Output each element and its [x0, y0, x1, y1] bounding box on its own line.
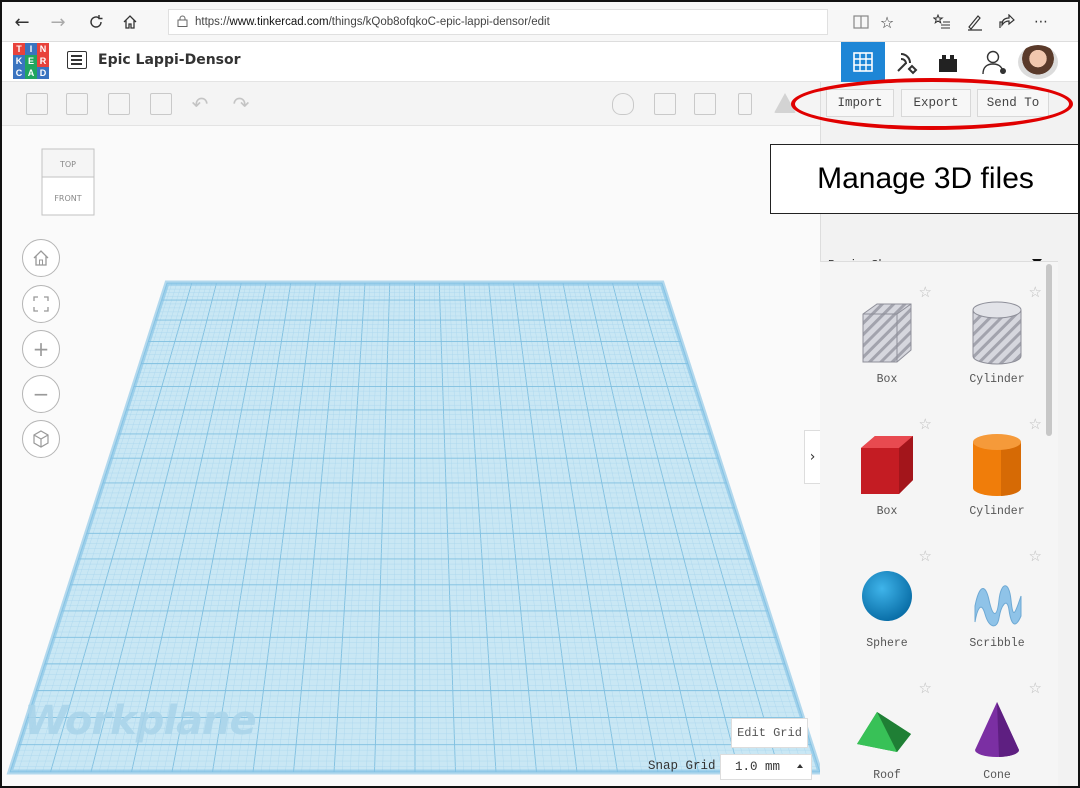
undo-icon[interactable]: ↶: [189, 93, 211, 115]
forward-arrow-icon[interactable]: →: [46, 10, 70, 34]
scribble-shape-icon: [957, 556, 1037, 636]
shape-item-box[interactable]: ☆ Box: [832, 270, 942, 400]
3d-viewport[interactable]: [2, 126, 820, 788]
edit-grid-button[interactable]: Edit Grid: [731, 718, 808, 748]
favorite-star-icon[interactable]: ☆: [876, 11, 898, 33]
logo-letter: K: [13, 55, 25, 67]
home-view-icon[interactable]: [22, 239, 60, 277]
tinkercad-logo[interactable]: TINKERCAD: [13, 43, 49, 79]
lock-icon: [177, 15, 195, 30]
lightbulb-icon[interactable]: [612, 93, 634, 115]
back-arrow-icon[interactable]: ←: [10, 10, 34, 34]
favorites-list-icon[interactable]: [931, 11, 953, 33]
bricks-view-icon[interactable]: [928, 42, 968, 82]
shape-item-scribble[interactable]: ☆ Scribble: [942, 534, 1052, 664]
shape-label: Cylinder: [969, 505, 1025, 518]
blocks-view-icon[interactable]: [888, 42, 928, 82]
home-icon[interactable]: [118, 10, 142, 34]
3d-design-view-icon[interactable]: [841, 42, 885, 82]
hole-cylinder-shape-icon: [957, 292, 1037, 372]
paste-icon[interactable]: [66, 93, 88, 115]
url-text: https://www.tinkercad.com/things/kQob8of…: [195, 16, 550, 28]
screenshot-frame: ← → https://www.tinkercad.com/things/kQo…: [0, 0, 1080, 788]
more-menu-icon[interactable]: ⋯: [1030, 11, 1052, 33]
document-title[interactable]: Epic Lappi-Densor: [98, 52, 241, 68]
sphere-shape-icon: [847, 556, 927, 636]
user-icon[interactable]: [974, 42, 1014, 82]
share-icon[interactable]: [996, 11, 1018, 33]
logo-letter: A: [25, 67, 37, 79]
redo-icon[interactable]: ↷: [230, 93, 252, 115]
annotation-callout: Manage 3D files: [770, 144, 1078, 214]
perspective-icon[interactable]: [22, 420, 60, 458]
shape-item-sphere[interactable]: ☆ Sphere: [832, 534, 942, 664]
reading-view-icon[interactable]: [850, 11, 872, 33]
collapse-panel-chevron-icon[interactable]: ›: [804, 430, 820, 484]
workplane-grid[interactable]: [2, 126, 820, 788]
delete-icon[interactable]: [150, 93, 172, 115]
fit-view-icon[interactable]: [22, 285, 60, 323]
shape-library-scrollbar[interactable]: [1046, 264, 1052, 436]
snap-grid-label: Snap Grid: [648, 759, 716, 773]
shape-label: Sphere: [866, 637, 908, 650]
shape-library: ☆ Box ☆ Cylinder ☆ Box ☆ Cylinder ☆ Sphere ☆ Scribb…: [820, 261, 1058, 786]
duplicate-icon[interactable]: [108, 93, 130, 115]
snap-grid-select[interactable]: 1.0 mm: [720, 754, 812, 780]
logo-letter: R: [37, 55, 49, 67]
logo-letter: C: [13, 67, 25, 79]
shape-item-cylinder[interactable]: ☆ Cylinder: [942, 402, 1052, 532]
copy-icon[interactable]: [26, 93, 48, 115]
viewcube-front-label: FRONT: [54, 194, 81, 203]
view-cube[interactable]: TOP FRONT: [40, 147, 96, 217]
cone-shape-icon: [957, 688, 1037, 768]
roof-shape-icon: [847, 688, 927, 768]
logo-letter: I: [25, 43, 37, 55]
browser-toolbar: ← → https://www.tinkercad.com/things/kQo…: [2, 2, 1078, 42]
box-shape-icon: [847, 424, 927, 504]
shape-item-cone[interactable]: ☆ Cone: [942, 666, 1052, 786]
edit-toolbar: ↶ ↷: [2, 82, 820, 126]
workplane-label: Workplane: [24, 698, 257, 744]
align-icon[interactable]: [738, 93, 752, 115]
shape-label: Cone: [983, 769, 1011, 782]
logo-letter: E: [25, 55, 37, 67]
address-bar[interactable]: https://www.tinkercad.com/things/kQob8of…: [168, 9, 828, 35]
hole-box-shape-icon: [847, 292, 927, 372]
snap-up-arrow-icon: [797, 764, 803, 768]
design-menu-icon[interactable]: [67, 51, 87, 69]
group-icon[interactable]: [654, 93, 676, 115]
shape-label: Cylinder: [969, 373, 1025, 386]
viewcube-top-label: TOP: [59, 160, 76, 169]
ungroup-icon[interactable]: [694, 93, 716, 115]
logo-letter: T: [13, 43, 25, 55]
zoom-out-icon[interactable]: −: [22, 375, 60, 413]
refresh-icon[interactable]: [84, 10, 108, 34]
cylinder-shape-icon: [957, 424, 1037, 504]
logo-letter: N: [37, 43, 49, 55]
shape-label: Box: [876, 373, 898, 386]
zoom-in-icon[interactable]: +: [22, 330, 60, 368]
shape-item-box[interactable]: ☆ Box: [832, 402, 942, 532]
logo-letter: D: [37, 67, 49, 79]
shape-item-roof[interactable]: ☆ Roof: [832, 666, 942, 786]
shape-label: Box: [876, 505, 898, 518]
annotation-highlight-ellipse: [791, 78, 1073, 130]
pen-notes-icon[interactable]: [964, 11, 986, 33]
shape-label: Roof: [873, 769, 901, 782]
avatar[interactable]: [1018, 45, 1058, 79]
shape-item-cylinder[interactable]: ☆ Cylinder: [942, 270, 1052, 400]
shape-label: Scribble: [969, 637, 1025, 650]
